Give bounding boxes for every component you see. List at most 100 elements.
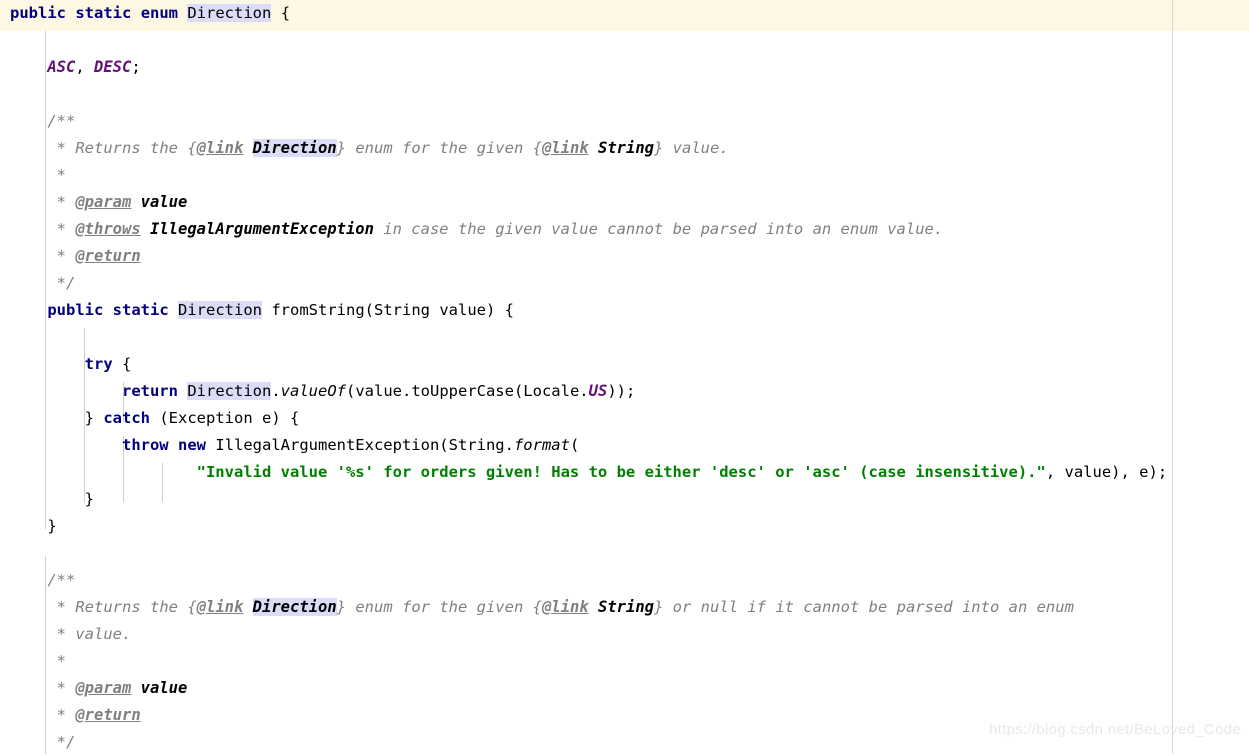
code-line-20[interactable]: } [0, 513, 1249, 540]
keyword-catch: catch [103, 409, 150, 427]
string-literal-invalid-value: "Invalid value '%s' for orders given! Ha… [196, 463, 1046, 481]
code-line-13[interactable] [0, 324, 1249, 351]
type-direction: Direction [187, 4, 272, 22]
exception-construction: IllegalArgumentException(String. [206, 436, 514, 454]
javadoc-star-2: * [56, 193, 76, 211]
code-line-12[interactable]: public static Direction fromString(Strin… [0, 297, 1249, 324]
code-line-9[interactable]: * @throws IllegalArgumentException in ca… [0, 216, 1249, 243]
javadoc-star-3: * [56, 220, 76, 238]
right-margin-guide [1172, 0, 1173, 754]
constant-locale-us: US [588, 382, 608, 400]
method-open-brace: { [504, 301, 514, 319]
javadoc-throws-type: IllegalArgumentException [140, 220, 374, 238]
javadoc2-text-pre: * Returns the { [56, 598, 197, 616]
code-line-4[interactable] [0, 81, 1249, 108]
javadoc-tag-return: @return [75, 247, 141, 265]
code-line-8[interactable]: * @param value [0, 189, 1249, 216]
code-line-15[interactable]: return Direction.valueOf(value.toUpperCa… [0, 378, 1249, 405]
enum-constant-asc: ASC [47, 58, 76, 76]
javadoc2-tag-param: @param [75, 679, 132, 697]
code-line-3[interactable]: ASC, DESC; [0, 54, 1249, 81]
javadoc2-star-1: * [56, 652, 67, 670]
javadoc-tag-throws: @throws [75, 220, 141, 238]
code-line-26[interactable]: * @param value [0, 675, 1249, 702]
code-line-2[interactable] [0, 27, 1249, 54]
javadoc-text-pre: * Returns the { [56, 139, 197, 157]
javadoc2-star-2: * [56, 679, 76, 697]
keyword-public-2: public [47, 301, 104, 319]
code-line-19[interactable]: } [0, 486, 1249, 513]
method-format: format [513, 436, 570, 454]
keyword-try: try [84, 355, 113, 373]
format-args-tail: , value), e); [1045, 463, 1168, 481]
javadoc2-star-3: * [56, 706, 76, 724]
javadoc-star-4: * [56, 247, 76, 265]
code-line-10[interactable]: * @return [0, 243, 1249, 270]
return-type-direction: Direction [178, 301, 263, 319]
keyword-return: return [121, 382, 178, 400]
code-editor-viewport[interactable]: public static enum Direction { ASC, DESC… [0, 0, 1249, 754]
method-valueof: valueOf [280, 382, 346, 400]
javadoc2-tag-return: @return [75, 706, 141, 724]
javadoc2-text-post: } or null if it cannot be parsed into an… [654, 598, 1074, 616]
keyword-static: static [75, 4, 132, 22]
code-line-14[interactable]: try { [0, 351, 1249, 378]
comma-separator: , [75, 58, 94, 76]
keyword-new: new [178, 436, 206, 454]
javadoc-open-2: /** [47, 571, 76, 589]
javadoc-throws-desc: in case the given value cannot be parsed… [373, 220, 944, 238]
javadoc-space [243, 139, 252, 157]
code-line-22[interactable]: /** [0, 567, 1249, 594]
dot-operator: . [271, 382, 281, 400]
javadoc2-link-direction: Direction [252, 598, 337, 616]
keyword-static-2: static [112, 301, 169, 319]
keyword-enum: enum [140, 4, 179, 22]
code-line-23[interactable]: * Returns the {@link Direction} enum for… [0, 594, 1249, 621]
javadoc-star-1: * [56, 166, 67, 184]
code-line-5[interactable]: /** [0, 108, 1249, 135]
javadoc-text-mid: } enum for the given { [336, 139, 542, 157]
javadoc2-continuation: * value. [56, 625, 132, 643]
code-line-11[interactable]: */ [0, 270, 1249, 297]
method-close-brace: } [47, 517, 57, 535]
catch-close-brace: } [84, 490, 94, 508]
javadoc-tag-link-2: @link [541, 139, 589, 157]
javadoc-link-direction: Direction [252, 139, 337, 157]
javadoc-tag-param: @param [75, 193, 132, 211]
javadoc2-text-mid: } enum for the given { [336, 598, 542, 616]
code-content[interactable]: public static enum Direction { ASC, DESC… [0, 0, 1249, 756]
javadoc2-link-string: String [598, 598, 654, 616]
type-direction-ref: Direction [187, 382, 272, 400]
javadoc2-param-name: value [131, 679, 188, 697]
javadoc-link-string: String [598, 139, 654, 157]
code-line-6[interactable]: * Returns the {@link Direction} enum for… [0, 135, 1249, 162]
call-args: (value.toUpperCase(Locale. [346, 382, 589, 400]
javadoc2-tag-link: @link [196, 598, 244, 616]
code-line-17[interactable]: throw new IllegalArgumentException(Strin… [0, 432, 1249, 459]
code-line-16[interactable]: } catch (Exception e) { [0, 405, 1249, 432]
open-brace: { [280, 4, 291, 22]
format-open-paren: ( [569, 436, 580, 454]
try-close-brace: } [84, 409, 104, 427]
javadoc-close-1: */ [56, 274, 76, 292]
method-signature-fromstring: fromString(String value) [262, 301, 505, 319]
keyword-throw: throw [121, 436, 169, 454]
javadoc-close-2: */ [56, 733, 76, 751]
javadoc-tag-link: @link [196, 139, 244, 157]
csdn-watermark: https://blog.csdn.net/BeLoved_Code [988, 721, 1241, 738]
code-line-25[interactable]: * [0, 648, 1249, 675]
javadoc-open-1: /** [47, 112, 76, 130]
catch-params: (Exception e) { [150, 409, 300, 427]
javadoc2-tag-link-2: @link [541, 598, 589, 616]
javadoc-param-name: value [131, 193, 188, 211]
code-line-21[interactable] [0, 540, 1249, 567]
code-line-24[interactable]: * value. [0, 621, 1249, 648]
code-line-18[interactable]: "Invalid value '%s' for orders given! Ha… [0, 459, 1249, 486]
code-line-7[interactable]: * [0, 162, 1249, 189]
try-open-brace: { [112, 355, 132, 373]
keyword-public: public [10, 4, 66, 22]
call-tail: )); [607, 382, 636, 400]
enum-constant-desc: DESC [94, 58, 132, 76]
javadoc-text-post: } value. [654, 139, 729, 157]
code-line-1[interactable]: public static enum Direction { [0, 0, 1249, 27]
